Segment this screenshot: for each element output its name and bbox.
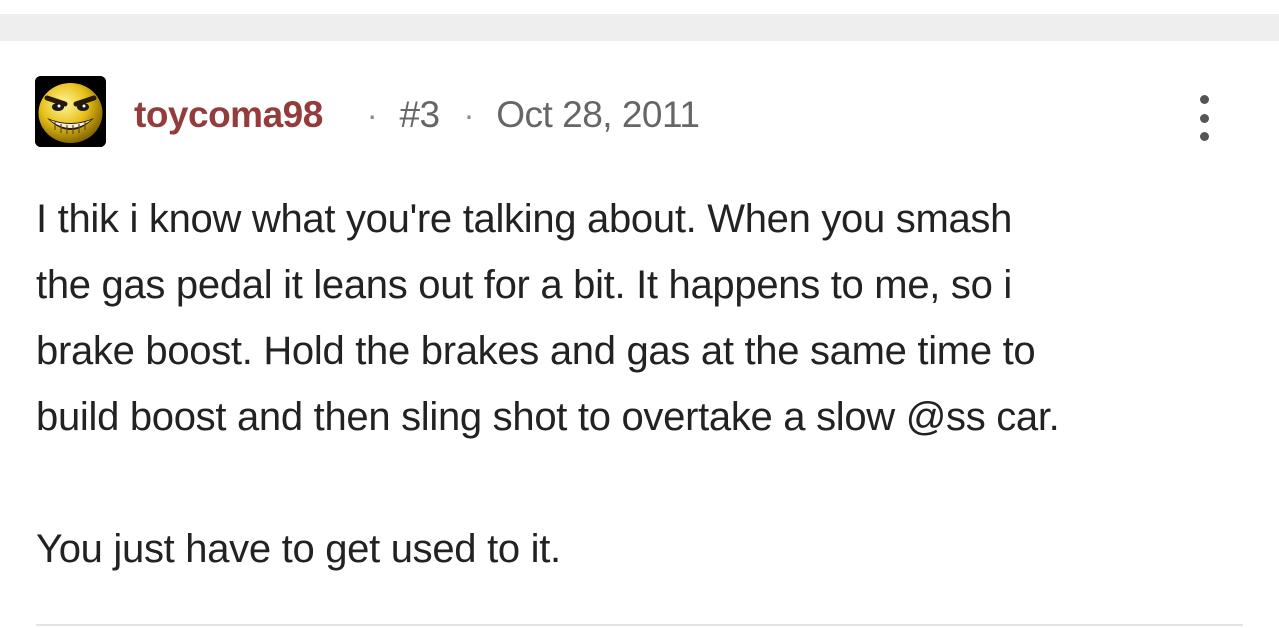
meta-separator: ·: [463, 96, 475, 133]
post-body-line: the gas pedal it leans out for a bit. It…: [36, 263, 1012, 307]
more-vertical-icon-dot: [1199, 95, 1209, 104]
post-body-closing: You just have to get used to it.: [36, 527, 561, 571]
post-header: toycoma98 · #3 · Oct 28, 2011: [134, 93, 700, 137]
more-options-button[interactable]: [1191, 95, 1217, 141]
post-date[interactable]: Oct 28, 2011: [496, 94, 700, 136]
post-divider: [36, 624, 1243, 626]
top-band: [0, 0, 1279, 14]
post-body-line: brake boost. Hold the brakes and gas at …: [36, 329, 1036, 373]
more-vertical-icon-dot: [1199, 132, 1209, 141]
grinning-face-avatar-icon: [35, 76, 106, 147]
post-separator: [0, 14, 1279, 41]
user-avatar[interactable]: [35, 76, 106, 147]
username-link[interactable]: toycoma98: [134, 94, 323, 136]
more-vertical-icon-dot: [1199, 113, 1209, 123]
post-body: I thik i know what you're talking about.…: [36, 186, 1256, 582]
post-number-link[interactable]: #3: [399, 94, 440, 136]
forum-post: toycoma98 · #3 · Oct 28, 2011 I thik i k…: [0, 41, 1279, 628]
meta-separator: ·: [366, 96, 378, 133]
post-body-line: I thik i know what you're talking about.…: [36, 197, 1013, 241]
post-body-line: build boost and then sling shot to overt…: [36, 395, 1060, 439]
